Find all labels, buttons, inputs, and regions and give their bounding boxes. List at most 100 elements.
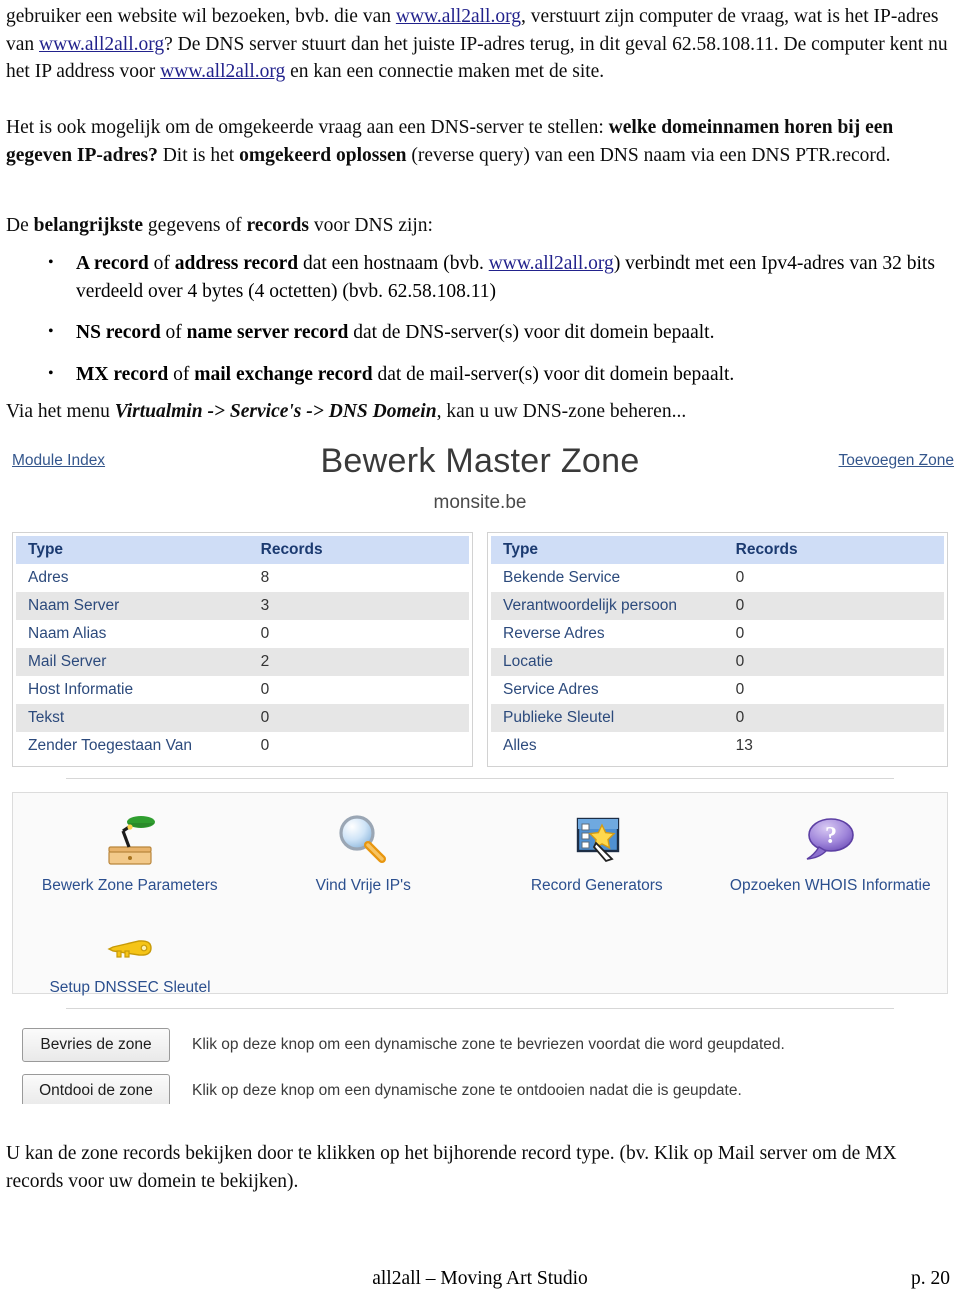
table-row[interactable]: Tekst 0	[16, 704, 469, 732]
record-type-cell[interactable]: Publieke Sleutel	[491, 704, 736, 732]
table-row[interactable]: Verantwoordelijk persoon 0	[491, 592, 944, 620]
icon-row-bottom: Setup DNSSEC Sleutel	[13, 895, 947, 997]
thaw-zone-button[interactable]: Ontdooi de zone	[22, 1074, 170, 1104]
table-row[interactable]: Publieke Sleutel 0	[491, 704, 944, 732]
record-count-cell: 0	[735, 709, 745, 726]
table-row[interactable]: Reverse Adres 0	[491, 620, 944, 648]
record-count-cell: 8	[260, 569, 270, 586]
text-run: voor DNS zijn:	[308, 215, 433, 236]
emphasis-bold: name server record	[186, 322, 349, 343]
text-run: of	[160, 322, 187, 343]
record-count-cell: 0	[260, 681, 270, 698]
screenshot-header: Module Index Bewerk Master Zone Toevoege…	[6, 440, 954, 528]
zone-action-icon-panel: Bewerk Zone Parameters Vind Vrije IP's R…	[12, 792, 948, 997]
desk-lamp-icon	[13, 807, 247, 869]
table-header-row: Type Records	[491, 536, 944, 564]
record-type-cell[interactable]: Zender Toegestaan Van	[16, 732, 261, 760]
table-row[interactable]: Host Informatie 0	[16, 676, 469, 704]
action-whois-lookup[interactable]: ? Opzoeken WHOIS Informatie	[714, 793, 948, 895]
action-edit-zone-parameters[interactable]: Bewerk Zone Parameters	[13, 793, 247, 895]
table-row[interactable]: Bekende Service 0	[491, 564, 944, 592]
freeze-zone-description: Klik op deze knop om een dynamische zone…	[192, 1036, 785, 1053]
question-balloon-icon: ?	[714, 807, 948, 869]
record-type-cell[interactable]: Verantwoordelijk persoon	[491, 592, 736, 620]
action-find-free-ips[interactable]: Vind Vrije IP's	[247, 793, 481, 895]
inline-link[interactable]: www.all2all.org	[489, 253, 614, 274]
icon-row-top: Bewerk Zone Parameters Vind Vrije IP's R…	[13, 793, 947, 895]
table-row[interactable]: Locatie 0	[491, 648, 944, 676]
record-type-cell[interactable]: Adres	[16, 564, 261, 592]
emphasis-bold: A record	[76, 253, 149, 274]
text-run: De	[6, 215, 34, 236]
record-count-cell: 3	[260, 597, 270, 614]
text-run: en kan een connectie maken met de site.	[285, 61, 605, 82]
record-count-cell: 0	[735, 625, 745, 642]
table-row[interactable]: Naam Server 3	[16, 592, 469, 620]
record-type-cell[interactable]: Locatie	[491, 648, 736, 676]
wizard-wand-icon	[480, 807, 714, 869]
zone-freeze-buttons: Bevries de zone Klik op deze knop om een…	[12, 1022, 948, 1104]
table-row[interactable]: Alles 13	[491, 732, 944, 760]
button-row-freeze: Bevries de zone Klik op deze knop om een…	[12, 1022, 948, 1068]
svg-text:?: ?	[825, 823, 837, 849]
add-zone-link[interactable]: Toevoegen Zone	[839, 452, 954, 470]
record-type-cell[interactable]: Service Adres	[491, 676, 736, 704]
zone-domain-name: monsite.be	[433, 492, 527, 513]
record-count-cell: 0	[260, 737, 270, 754]
text-run: Dit is het	[157, 144, 240, 166]
footer-page-number: p. 20	[911, 1268, 950, 1289]
column-header-records: Records	[735, 536, 944, 564]
paragraph-intro: gebruiker een website wil bezoeken, bvb.…	[6, 3, 954, 86]
record-count-cell: 0	[260, 625, 270, 642]
record-table-left: Type Records Adres 8 Naam Server 3 Naam Alia…	[12, 532, 473, 767]
record-type-cell[interactable]: Reverse Adres	[491, 620, 736, 648]
icon-label: Record Generators	[530, 877, 663, 894]
text-run: dat de DNS-server(s) voor dit domein bep…	[348, 322, 715, 343]
magnifier-icon	[247, 807, 481, 869]
column-header-type: Type	[16, 536, 261, 564]
inline-link[interactable]: www.all2all.org	[39, 34, 164, 55]
icon-label: Bewerk Zone Parameters	[41, 877, 218, 894]
paragraph-closing: U kan de zone records bekijken door te k…	[6, 1140, 954, 1195]
record-count-cell: 2	[260, 653, 270, 670]
text-run: U kan de zone records bekijken door te k…	[6, 1143, 897, 1192]
record-type-list: A record of address record dat een hostn…	[6, 249, 954, 402]
emphasis-bold: mail exchange record	[194, 363, 373, 385]
table-row[interactable]: Mail Server 2	[16, 648, 469, 676]
icon-label: Vind Vrije IP's	[315, 877, 411, 894]
text-run: Het is ook mogelijk om de omgekeerde vra…	[6, 117, 609, 138]
emphasis-bold: address record	[174, 253, 299, 274]
text-run: dat een hostnaam (bvb.	[298, 253, 489, 274]
record-count-cell: 0	[735, 681, 745, 698]
freeze-zone-button[interactable]: Bevries de zone	[22, 1028, 170, 1062]
list-item: A record of address record dat een hostn…	[6, 249, 954, 305]
table-row[interactable]: Service Adres 0	[491, 676, 944, 704]
icon-label: Setup DNSSEC Sleutel	[49, 979, 211, 996]
record-type-cell[interactable]: Host Informatie	[16, 676, 261, 704]
text-run: (reverse query) van een DNS naam via een…	[406, 144, 891, 166]
record-type-cell[interactable]: Tekst	[16, 704, 261, 732]
text-run: Via het menu	[6, 401, 115, 422]
record-type-cell[interactable]: Mail Server	[16, 648, 261, 676]
action-record-generators[interactable]: Record Generators	[480, 793, 714, 895]
table-row[interactable]: Naam Alias 0	[16, 620, 469, 648]
action-setup-dnssec-key[interactable]: Setup DNSSEC Sleutel	[13, 895, 247, 997]
record-type-cell[interactable]: Naam Alias	[16, 620, 261, 648]
paragraph-virtualmin-menu: Via het menu Virtualmin -> Service's -> …	[6, 398, 954, 426]
record-summary-tables: Type Records Adres 8 Naam Server 3 Naam Alia…	[12, 532, 948, 767]
inline-link[interactable]: www.all2all.org	[160, 61, 285, 82]
separator-above-icons	[66, 778, 894, 779]
table-header-row: Type Records	[16, 536, 469, 564]
table-row[interactable]: Adres 8	[16, 564, 469, 592]
record-count-cell: 0	[735, 597, 745, 614]
record-type-cell[interactable]: Naam Server	[16, 592, 261, 620]
emphasis-bold: records	[246, 215, 309, 236]
emphasis-bold: MX record	[76, 363, 169, 385]
icon-label: Opzoeken WHOIS Informatie	[729, 877, 931, 894]
button-row-thaw: Ontdooi de zone Klik op deze knop om een…	[12, 1068, 948, 1104]
inline-link[interactable]: www.all2all.org	[396, 6, 521, 27]
table-row[interactable]: Zender Toegestaan Van 0	[16, 732, 469, 760]
record-type-cell[interactable]: Alles	[491, 732, 736, 760]
text-run: dat de mail-server(s) voor dit domein be…	[372, 363, 735, 385]
record-type-cell[interactable]: Bekende Service	[491, 564, 736, 592]
